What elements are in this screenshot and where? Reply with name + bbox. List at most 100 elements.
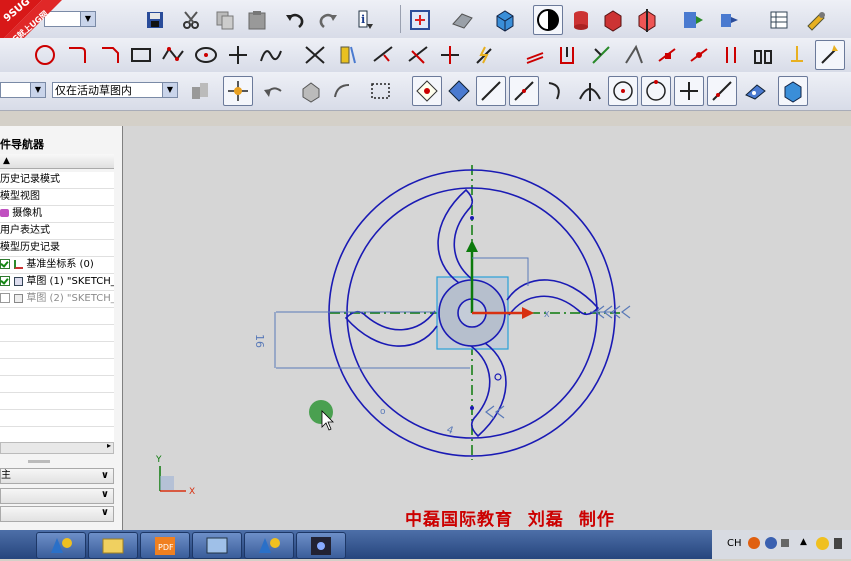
fillet-icon[interactable] [63,40,93,70]
snap-bounded-icon[interactable] [778,76,808,106]
network-icon[interactable] [816,537,829,550]
offset-icon[interactable] [332,40,362,70]
snap-on-face-icon[interactable] [740,76,770,106]
trim-icon[interactable] [300,40,330,70]
symmetric-icon[interactable] [748,40,778,70]
chevron-up-icon[interactable]: ▲ [800,537,807,547]
copy-icon[interactable] [210,5,240,35]
selection-scope-combo[interactable]: 仅在活动草图内 ▼ [52,82,178,98]
snap-midpoint-icon[interactable] [509,76,539,106]
undo-icon[interactable] [280,5,310,35]
rectangle-tool-icon[interactable] [126,40,156,70]
nav-item-sketch-1[interactable]: 草图 (1) "SKETCH_0 [0,274,114,291]
navigator-scrollbar[interactable]: ▸ [0,441,114,454]
perpendicular-icon[interactable] [552,40,582,70]
taskbar-window-button[interactable] [192,532,242,559]
polyline-icon[interactable] [158,40,188,70]
snap-angle-icon[interactable] [328,76,358,106]
panel-preview[interactable]: ∨ [0,506,114,522]
chevron-down-icon: ∨ [100,489,109,500]
snap-line-icon[interactable] [476,76,506,106]
selection-type-combo[interactable]: ▼ [0,82,46,98]
panel-dependencies[interactable]: 主 ∨ [0,468,114,484]
settings-icon[interactable] [781,539,789,547]
nav-item-model-views[interactable]: 模型视图 [0,189,114,206]
horizontal-icon[interactable] [684,40,714,70]
svg-text:PDF: PDF [158,543,174,552]
panel-details[interactable]: ∨ [0,488,114,504]
quick-trim-icon[interactable] [435,40,465,70]
information-icon[interactable]: i [350,5,380,35]
fixed-icon[interactable] [782,40,812,70]
nav-item-user-expressions[interactable]: 用户表达式 [0,223,114,240]
point-tool-icon[interactable] [223,40,253,70]
equal-length-icon[interactable] [652,40,682,70]
dimension-label[interactable]: 4 [445,424,455,437]
fit-view-icon[interactable] [405,5,435,35]
taskbar-nx-button[interactable] [36,532,86,559]
toolbar-sketch-curves [0,38,851,73]
help-icon[interactable] [765,537,777,549]
cylinder-icon[interactable] [566,5,596,35]
tangent-icon[interactable] [586,40,616,70]
graphics-window[interactable]: X 16 4 o Y X [123,126,851,530]
snap-center-icon[interactable] [608,76,638,106]
nav-item-model-history[interactable]: 模型历史记录 [0,240,114,257]
select-rect-icon[interactable] [366,76,396,106]
section-icon[interactable] [632,5,662,35]
snap-existing-icon[interactable] [444,76,474,106]
taskbar-pdf-button[interactable]: PDF [140,532,190,559]
solid-cube-icon[interactable] [490,5,520,35]
visibility-checkbox[interactable] [0,259,10,269]
parallel-icon[interactable] [520,40,550,70]
snap-intersection-icon[interactable] [575,76,605,106]
snap-point-on-curve-icon[interactable] [674,76,704,106]
snap-point-icon[interactable] [223,76,253,106]
paste-icon[interactable] [242,5,272,35]
volume-icon[interactable] [834,538,842,549]
visibility-checkbox[interactable] [0,293,10,303]
settings-icon[interactable] [801,5,831,35]
nav-item-history-mode[interactable]: 历史记录模式 [0,172,114,189]
make-corner-icon[interactable] [403,40,433,70]
nav-empty-row [0,393,114,410]
input-language[interactable]: CH [727,538,742,549]
snap-endpoints-icon[interactable] [412,76,442,106]
block-icon[interactable] [598,5,628,35]
chamfer-icon[interactable] [96,40,126,70]
navigator-column-header[interactable]: ▲ [0,154,114,169]
extend-icon[interactable] [368,40,398,70]
save-button[interactable] [140,5,170,35]
redo-icon[interactable] [313,5,343,35]
dimension-label[interactable]: 16 [253,334,266,348]
snap-quadrant-icon[interactable] [641,76,671,106]
taskbar-media-button[interactable] [296,532,346,559]
constraint-icon[interactable] [470,40,500,70]
ellipse-tool-icon[interactable] [191,40,221,70]
undo-selection-icon[interactable] [258,76,288,106]
part-icon[interactable] [296,76,326,106]
show-constraints-icon[interactable] [815,40,845,70]
snap-view-icon[interactable] [533,5,563,35]
table-icon[interactable] [764,5,794,35]
coincident-icon[interactable] [619,40,649,70]
taskbar-folder-button[interactable] [88,532,138,559]
orient-view-icon[interactable] [677,5,707,35]
vertical-icon[interactable] [716,40,746,70]
cut-icon[interactable] [177,5,207,35]
taskbar-nx2-button[interactable] [244,532,294,559]
filter-icon[interactable] [185,76,215,106]
snap-control-icon[interactable] [542,76,572,106]
visibility-checkbox[interactable] [0,276,10,286]
splitter-handle[interactable] [28,460,50,463]
nav-item-sketch-2[interactable]: 草图 (2) "SKETCH_0 [0,291,114,308]
spline-icon[interactable] [256,40,286,70]
layer-icon[interactable] [714,5,744,35]
circle-tool-icon[interactable] [30,40,60,70]
shading-icon[interactable] [447,5,477,35]
nav-item-cameras[interactable]: 摄像机 [0,206,114,223]
nav-item-datum-csys[interactable]: 基准坐标系 (0) [0,257,114,274]
snap-on-curve-icon[interactable] [707,76,737,106]
sogou-icon[interactable] [748,537,760,549]
scroll-right-icon[interactable]: ▸ [107,441,111,450]
